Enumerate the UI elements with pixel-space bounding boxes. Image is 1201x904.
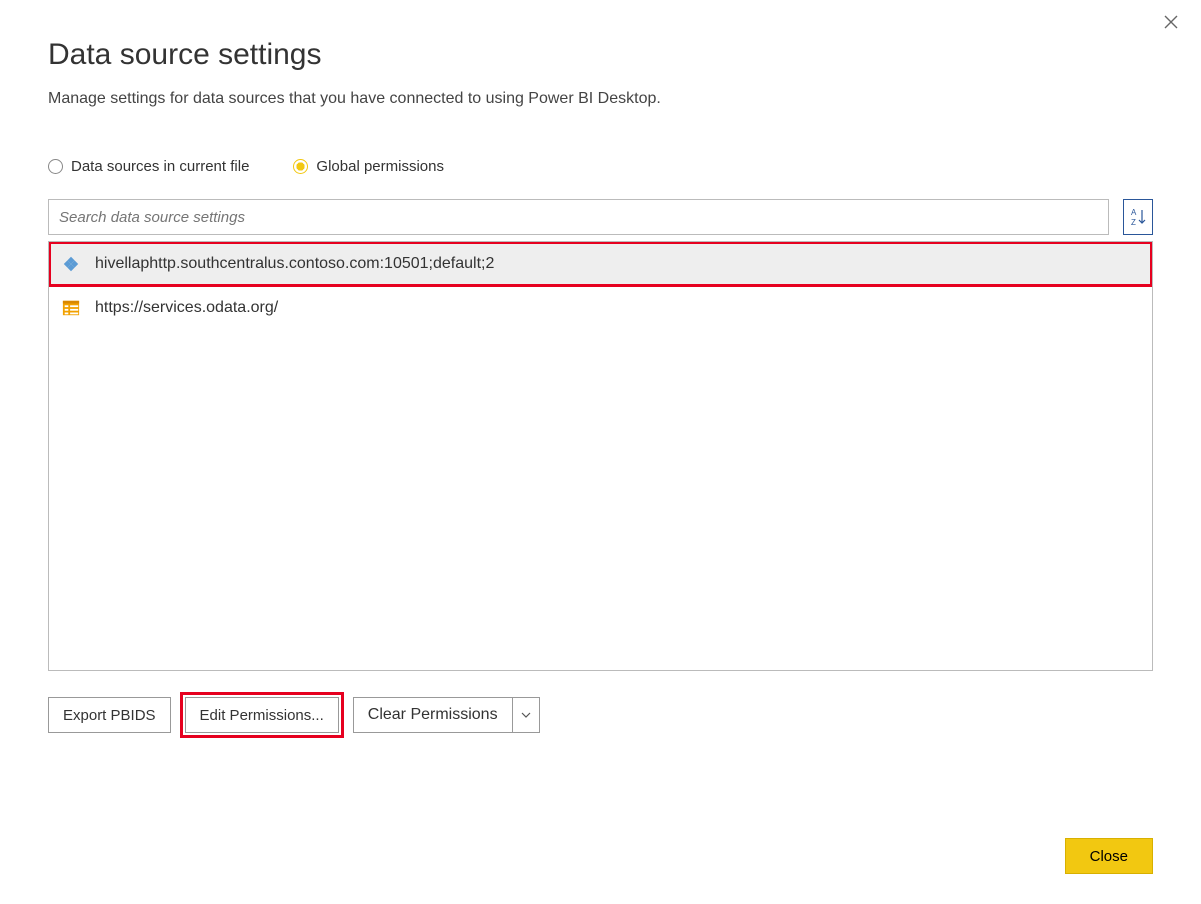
search-row: A Z — [48, 199, 1153, 235]
sort-az-icon: A Z — [1130, 207, 1146, 227]
chevron-down-icon — [521, 712, 531, 718]
clear-permissions-split-button: Clear Permissions — [353, 697, 540, 733]
data-source-list[interactable]: hivellaphttp.southcentralus.contoso.com:… — [48, 241, 1153, 671]
hive-icon — [61, 254, 81, 274]
radio-label: Global permissions — [316, 158, 444, 175]
scope-radio-group: Data sources in current file Global perm… — [48, 158, 1153, 175]
clear-permissions-dropdown[interactable] — [513, 698, 539, 732]
clear-permissions-button[interactable]: Clear Permissions — [354, 698, 513, 732]
dialog-footer: Close — [1065, 838, 1153, 874]
export-pbids-button[interactable]: Export PBIDS — [48, 697, 171, 733]
radio-current-file[interactable]: Data sources in current file — [48, 158, 249, 175]
svg-text:Z: Z — [1131, 218, 1136, 227]
search-input[interactable] — [48, 199, 1109, 235]
data-source-settings-dialog: Data source settings Manage settings for… — [0, 0, 1201, 904]
close-button[interactable]: Close — [1065, 838, 1153, 874]
dialog-title: Data source settings — [48, 38, 1153, 72]
svg-text:A: A — [1131, 208, 1137, 217]
radio-label: Data sources in current file — [71, 158, 249, 175]
action-button-row: Export PBIDS Edit Permissions... Clear P… — [48, 697, 1153, 733]
edit-permissions-button[interactable]: Edit Permissions... — [185, 697, 339, 733]
data-source-row[interactable]: https://services.odata.org/ — [49, 286, 1152, 330]
data-source-label: https://services.odata.org/ — [95, 299, 278, 317]
close-icon[interactable] — [1163, 14, 1183, 34]
radio-icon — [293, 159, 308, 174]
data-source-row[interactable]: hivellaphttp.southcentralus.contoso.com:… — [49, 242, 1152, 286]
dialog-subtitle: Manage settings for data sources that yo… — [48, 90, 1153, 108]
sort-az-button[interactable]: A Z — [1123, 199, 1153, 235]
radio-icon — [48, 159, 63, 174]
odata-icon — [61, 298, 81, 318]
data-source-label: hivellaphttp.southcentralus.contoso.com:… — [95, 255, 494, 273]
radio-global-permissions[interactable]: Global permissions — [293, 158, 444, 175]
